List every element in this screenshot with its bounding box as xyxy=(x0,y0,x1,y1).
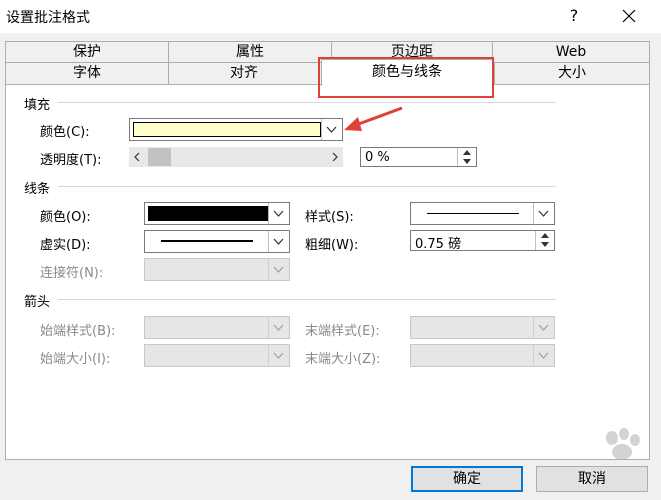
dialog-title: 设置批注格式 xyxy=(6,10,90,26)
weight-value: 0.75 磅 xyxy=(415,237,462,252)
spin-up-button[interactable] xyxy=(458,148,476,157)
transparency-spin-buttons[interactable] xyxy=(457,148,476,166)
line-style-dropdown-button[interactable] xyxy=(533,203,554,224)
connector-dropdown[interactable] xyxy=(144,258,290,281)
chevron-down-icon xyxy=(273,238,284,245)
chevron-left-icon xyxy=(134,152,140,162)
begin-style-dropdown[interactable] xyxy=(144,316,290,339)
annotation-highlight-box xyxy=(318,57,494,98)
end-style-dropdown[interactable] xyxy=(410,316,555,339)
weight-label: 粗细(W): xyxy=(305,238,359,253)
chevron-down-icon xyxy=(326,126,337,133)
tab-protection[interactable]: 保护 xyxy=(5,41,169,63)
tab-web[interactable]: Web xyxy=(492,41,650,63)
chevron-down-icon xyxy=(273,324,284,331)
transparency-slider-thumb[interactable] xyxy=(148,148,171,166)
close-icon xyxy=(622,9,636,23)
dash-dropdown[interactable] xyxy=(144,230,290,253)
line-style-preview xyxy=(427,213,519,214)
begin-style-dropdown-button[interactable] xyxy=(268,317,289,338)
end-style-label: 末端样式(E): xyxy=(305,324,380,339)
tab-size[interactable]: 大小 xyxy=(494,62,650,85)
begin-size-label: 始端大小(I): xyxy=(40,352,111,367)
begin-style-label: 始端样式(B): xyxy=(40,324,116,339)
line-section-label: 线条 xyxy=(24,182,51,197)
fill-color-dropdown-button[interactable] xyxy=(321,119,342,140)
fill-color-label: 颜色(C): xyxy=(40,125,90,140)
line-style-dropdown[interactable] xyxy=(410,202,555,225)
line-color-label: 颜色(O): xyxy=(40,210,91,225)
fill-color-swatch xyxy=(133,122,321,137)
arrow-down-icon xyxy=(541,242,549,248)
chevron-down-icon xyxy=(273,210,284,217)
tab-alignment[interactable]: 对齐 xyxy=(168,62,320,85)
line-divider xyxy=(58,186,556,187)
spin-up-button[interactable] xyxy=(536,231,554,241)
transparency-slider[interactable] xyxy=(129,147,343,167)
line-color-dropdown[interactable] xyxy=(144,202,290,225)
line-color-dropdown-button[interactable] xyxy=(268,203,289,224)
arrows-section-label: 箭头 xyxy=(24,295,51,310)
arrow-up-icon xyxy=(463,149,471,155)
transparency-spinner[interactable]: 0 % xyxy=(360,147,477,167)
end-size-dropdown[interactable] xyxy=(410,344,555,367)
begin-size-dropdown[interactable] xyxy=(144,344,290,367)
weight-spinner[interactable]: 0.75 磅 xyxy=(410,230,555,252)
begin-size-dropdown-button[interactable] xyxy=(268,345,289,366)
end-size-dropdown-button[interactable] xyxy=(533,345,554,366)
end-style-dropdown-button[interactable] xyxy=(533,317,554,338)
transparency-label: 透明度(T): xyxy=(40,153,102,168)
arrow-down-icon xyxy=(463,158,471,164)
line-color-swatch xyxy=(148,206,268,221)
chevron-down-icon xyxy=(538,352,549,359)
fill-divider xyxy=(58,102,556,103)
arrows-divider xyxy=(58,299,556,300)
tab-font[interactable]: 字体 xyxy=(5,62,169,85)
dash-preview xyxy=(161,240,253,242)
chevron-down-icon xyxy=(538,210,549,217)
chevron-down-icon xyxy=(273,352,284,359)
chevron-down-icon xyxy=(538,324,549,331)
weight-spin-buttons[interactable] xyxy=(535,231,554,250)
connector-dropdown-button[interactable] xyxy=(268,259,289,280)
transparency-value: 0 % xyxy=(365,150,390,165)
close-button[interactable] xyxy=(614,2,644,30)
fill-section-label: 填充 xyxy=(24,98,51,113)
arrow-up-icon xyxy=(541,232,549,238)
chevron-right-icon xyxy=(332,152,338,162)
help-button[interactable]: ? xyxy=(562,4,586,28)
annotation-arrow-icon xyxy=(344,106,403,131)
watermark-logo-icon xyxy=(606,428,640,460)
connector-label: 连接符(N): xyxy=(40,266,104,281)
chevron-down-icon xyxy=(273,266,284,273)
dash-label: 虚实(D): xyxy=(40,238,91,253)
spin-down-button[interactable] xyxy=(458,157,476,166)
tab-properties[interactable]: 属性 xyxy=(168,41,332,63)
end-size-label: 末端大小(Z): xyxy=(305,352,381,367)
dash-dropdown-button[interactable] xyxy=(268,231,289,252)
spin-down-button[interactable] xyxy=(536,241,554,251)
line-style-label: 样式(S): xyxy=(305,210,354,225)
fill-color-dropdown[interactable] xyxy=(129,118,343,141)
